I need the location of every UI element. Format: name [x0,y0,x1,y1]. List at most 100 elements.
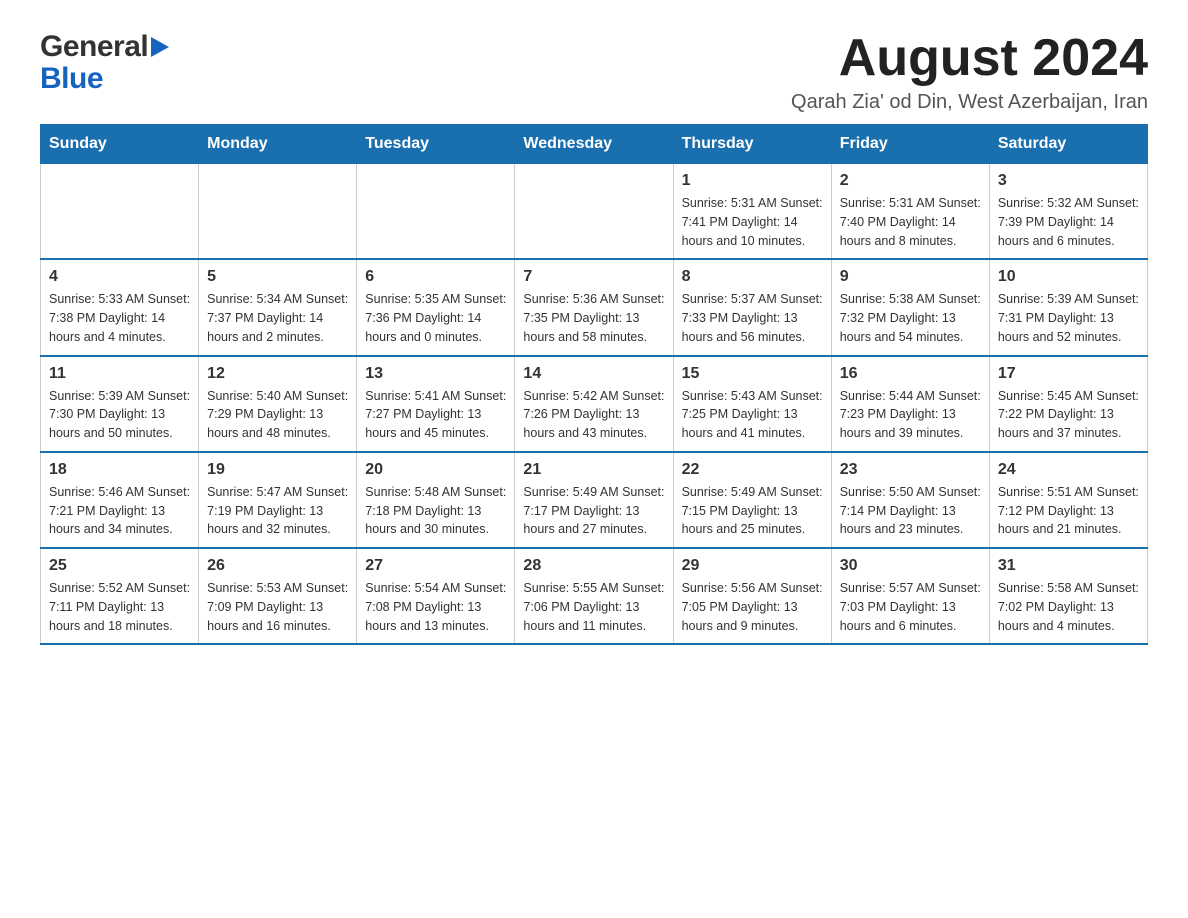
week-row-5: 25 Sunrise: 5:52 AM Sunset: 7:11 PM Dayli… [41,548,1148,644]
day-cell: 2Sunrise: 5:31 AM Sunset: 7:40 PM Daylig… [831,164,989,260]
day-info: Sunrise: 5:46 AM Sunset: 7:21 PM Dayligh… [49,483,190,539]
day-number: 11 [49,365,190,383]
day-cell: 17 Sunrise: 5:45 AM Sunset: 7:22 PM Dayli… [989,356,1147,452]
day-number: 26 [207,557,348,575]
day-number: 25 [49,557,190,575]
day-cell: 16Sunrise: 5:44 AM Sunset: 7:23 PM Dayli… [831,356,989,452]
day-number: 21 [523,461,664,479]
day-info: Sunrise: 5:39 AM Sunset: 7:31 PM Dayligh… [998,290,1139,346]
day-info: Sunrise: 5:39 AM Sunset: 7:30 PM Dayligh… [49,387,190,443]
day-cell: 23 Sunrise: 5:50 AM Sunset: 7:14 PM Dayli… [831,452,989,548]
day-number: 30 [840,557,981,575]
day-cell: 1Sunrise: 5:31 AM Sunset: 7:41 PM Daylig… [673,164,831,260]
day-info: Sunrise: 5:40 AM Sunset: 7:29 PM Dayligh… [207,387,348,443]
page-title: August 2024 [791,30,1148,87]
day-info: Sunrise: 5:45 AM Sunset: 7:22 PM Dayligh… [998,387,1139,443]
week-row-4: 18 Sunrise: 5:46 AM Sunset: 7:21 PM Dayli… [41,452,1148,548]
day-info: Sunrise: 5:49 AM Sunset: 7:17 PM Dayligh… [523,483,664,539]
day-number: 23 [840,461,981,479]
header-day-monday: Monday [199,125,357,164]
day-cell: 15Sunrise: 5:43 AM Sunset: 7:25 PM Dayli… [673,356,831,452]
day-cell: 31 Sunrise: 5:58 AM Sunset: 7:02 PM Dayli… [989,548,1147,644]
day-number: 29 [682,557,823,575]
day-cell: 29 Sunrise: 5:56 AM Sunset: 7:05 PM Dayli… [673,548,831,644]
day-info: Sunrise: 5:33 AM Sunset: 7:38 PM Dayligh… [49,290,190,346]
day-number: 28 [523,557,664,575]
day-cell: 27Sunrise: 5:54 AM Sunset: 7:08 PM Dayli… [357,548,515,644]
day-info: Sunrise: 5:52 AM Sunset: 7:11 PM Dayligh… [49,579,190,635]
day-cell: 10Sunrise: 5:39 AM Sunset: 7:31 PM Dayli… [989,259,1147,355]
day-cell: 13Sunrise: 5:41 AM Sunset: 7:27 PM Dayli… [357,356,515,452]
page-subtitle: Qarah Zia' od Din, West Azerbaijan, Iran [791,91,1148,114]
day-number: 31 [998,557,1139,575]
header-day-sunday: Sunday [41,125,199,164]
day-number: 7 [523,268,664,286]
calendar-body: 1Sunrise: 5:31 AM Sunset: 7:41 PM Daylig… [41,164,1148,645]
day-number: 13 [365,365,506,383]
day-number: 17 [998,365,1139,383]
day-info: Sunrise: 5:50 AM Sunset: 7:14 PM Dayligh… [840,483,981,539]
day-number: 14 [523,365,664,383]
day-info: Sunrise: 5:53 AM Sunset: 7:09 PM Dayligh… [207,579,348,635]
day-cell: 19 Sunrise: 5:47 AM Sunset: 7:19 PM Dayli… [199,452,357,548]
day-info: Sunrise: 5:56 AM Sunset: 7:05 PM Dayligh… [682,579,823,635]
logo-blue: Blue [40,62,103,96]
day-cell: 20 Sunrise: 5:48 AM Sunset: 7:18 PM Dayli… [357,452,515,548]
day-number: 16 [840,365,981,383]
day-info: Sunrise: 5:49 AM Sunset: 7:15 PM Dayligh… [682,483,823,539]
day-cell: 21 Sunrise: 5:49 AM Sunset: 7:17 PM Dayli… [515,452,673,548]
day-info: Sunrise: 5:35 AM Sunset: 7:36 PM Dayligh… [365,290,506,346]
day-info: Sunrise: 5:58 AM Sunset: 7:02 PM Dayligh… [998,579,1139,635]
day-cell [41,164,199,260]
header-day-thursday: Thursday [673,125,831,164]
day-cell: 12 Sunrise: 5:40 AM Sunset: 7:29 PM Dayli… [199,356,357,452]
header-row: SundayMondayTuesdayWednesdayThursdayFrid… [41,125,1148,164]
day-number: 3 [998,172,1139,190]
title-block: August 2024 Qarah Zia' od Din, West Azer… [791,30,1148,114]
day-number: 20 [365,461,506,479]
day-info: Sunrise: 5:31 AM Sunset: 7:41 PM Dayligh… [682,194,823,250]
day-number: 9 [840,268,981,286]
day-cell: 8Sunrise: 5:37 AM Sunset: 7:33 PM Daylig… [673,259,831,355]
day-info: Sunrise: 5:36 AM Sunset: 7:35 PM Dayligh… [523,290,664,346]
day-number: 18 [49,461,190,479]
logo: General Blue [40,30,169,96]
day-number: 6 [365,268,506,286]
day-info: Sunrise: 5:48 AM Sunset: 7:18 PM Dayligh… [365,483,506,539]
week-row-2: 4 Sunrise: 5:33 AM Sunset: 7:38 PM Daylig… [41,259,1148,355]
day-number: 4 [49,268,190,286]
day-cell: 4 Sunrise: 5:33 AM Sunset: 7:38 PM Daylig… [41,259,199,355]
day-number: 19 [207,461,348,479]
day-info: Sunrise: 5:34 AM Sunset: 7:37 PM Dayligh… [207,290,348,346]
day-info: Sunrise: 5:55 AM Sunset: 7:06 PM Dayligh… [523,579,664,635]
header-day-wednesday: Wednesday [515,125,673,164]
day-info: Sunrise: 5:42 AM Sunset: 7:26 PM Dayligh… [523,387,664,443]
calendar-table: SundayMondayTuesdayWednesdayThursdayFrid… [40,124,1148,645]
day-number: 22 [682,461,823,479]
day-cell [515,164,673,260]
day-cell: 25 Sunrise: 5:52 AM Sunset: 7:11 PM Dayli… [41,548,199,644]
week-row-3: 11 Sunrise: 5:39 AM Sunset: 7:30 PM Dayli… [41,356,1148,452]
day-number: 12 [207,365,348,383]
day-info: Sunrise: 5:37 AM Sunset: 7:33 PM Dayligh… [682,290,823,346]
day-cell: 6 Sunrise: 5:35 AM Sunset: 7:36 PM Daylig… [357,259,515,355]
day-info: Sunrise: 5:31 AM Sunset: 7:40 PM Dayligh… [840,194,981,250]
week-row-1: 1Sunrise: 5:31 AM Sunset: 7:41 PM Daylig… [41,164,1148,260]
day-number: 24 [998,461,1139,479]
day-info: Sunrise: 5:38 AM Sunset: 7:32 PM Dayligh… [840,290,981,346]
day-cell: 28 Sunrise: 5:55 AM Sunset: 7:06 PM Dayli… [515,548,673,644]
header-day-tuesday: Tuesday [357,125,515,164]
day-cell: 5Sunrise: 5:34 AM Sunset: 7:37 PM Daylig… [199,259,357,355]
day-info: Sunrise: 5:57 AM Sunset: 7:03 PM Dayligh… [840,579,981,635]
day-cell: 22 Sunrise: 5:49 AM Sunset: 7:15 PM Dayli… [673,452,831,548]
day-info: Sunrise: 5:47 AM Sunset: 7:19 PM Dayligh… [207,483,348,539]
header-day-saturday: Saturday [989,125,1147,164]
day-info: Sunrise: 5:32 AM Sunset: 7:39 PM Dayligh… [998,194,1139,250]
logo-arrow-icon [151,37,169,57]
day-info: Sunrise: 5:54 AM Sunset: 7:08 PM Dayligh… [365,579,506,635]
day-cell [199,164,357,260]
logo-general: General [40,30,148,64]
calendar-header: SundayMondayTuesdayWednesdayThursdayFrid… [41,125,1148,164]
day-cell: 26 Sunrise: 5:53 AM Sunset: 7:09 PM Dayli… [199,548,357,644]
day-cell: 18 Sunrise: 5:46 AM Sunset: 7:21 PM Dayli… [41,452,199,548]
